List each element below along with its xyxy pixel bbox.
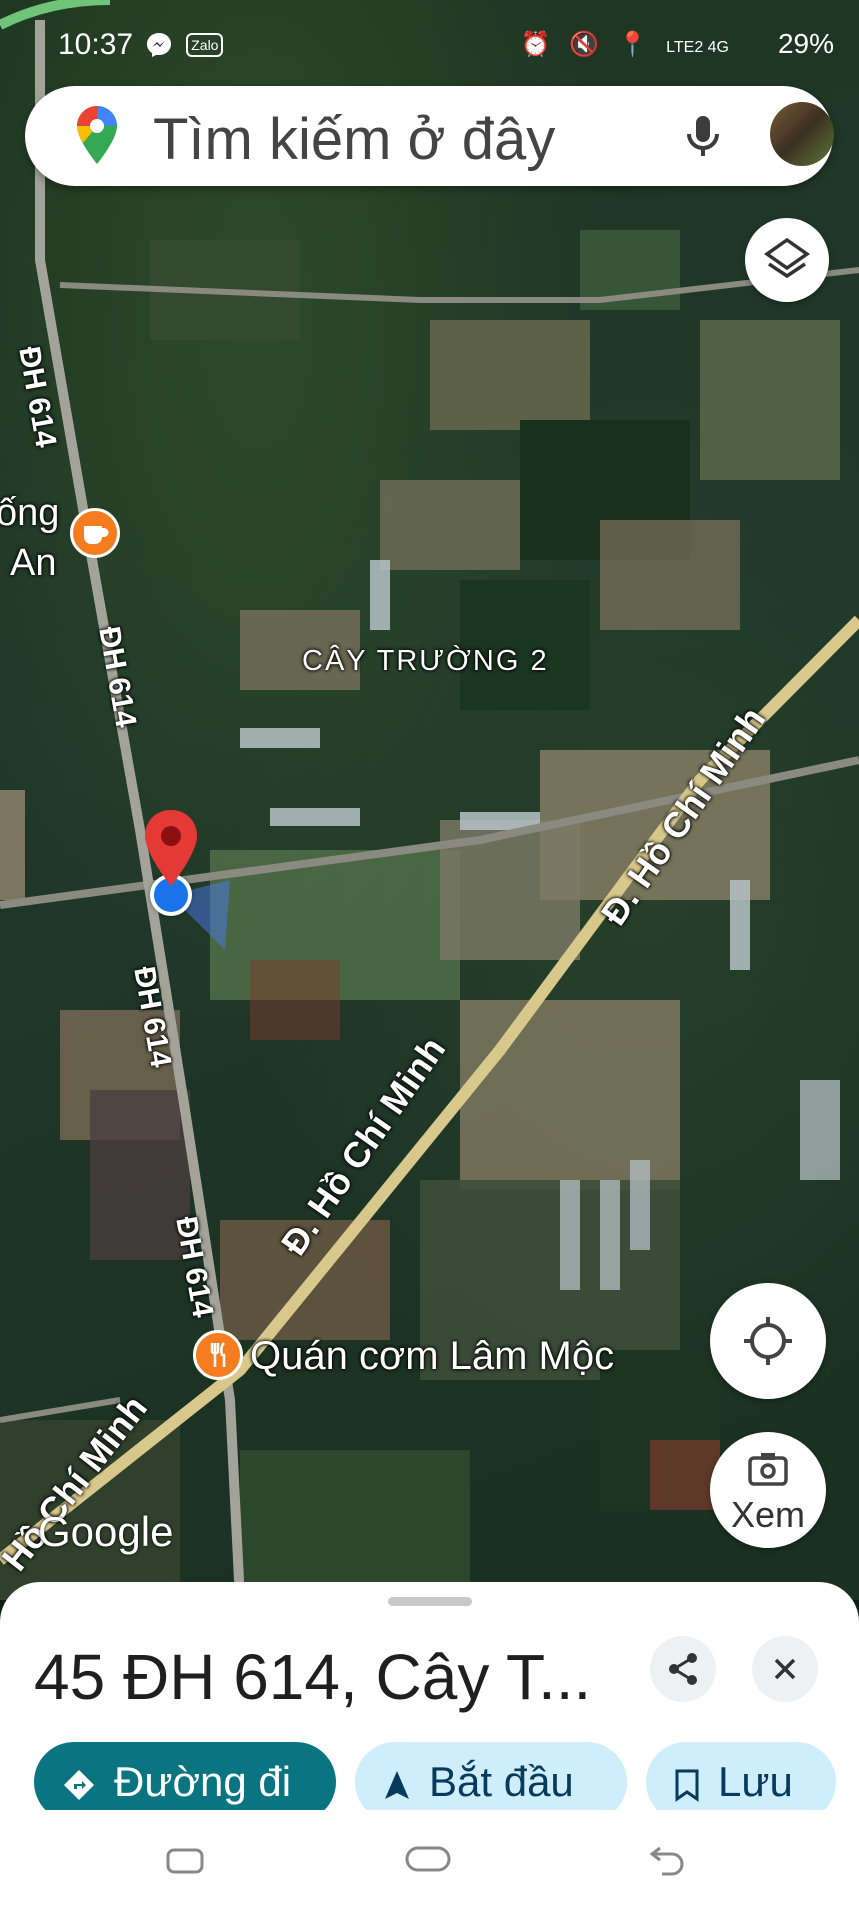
share-icon [669, 1653, 697, 1685]
google-attribution: Google [38, 1508, 174, 1555]
status-bar: 10:37 Zalo ⏰ 🔇 📍 LTE2 4G 29% [0, 0, 859, 90]
lens-label: Xem [730, 1494, 806, 1535]
close-button[interactable] [752, 1636, 818, 1702]
status-time: 10:37 [58, 28, 134, 61]
system-nav-bar [0, 1810, 859, 1908]
restaurant-poi-icon[interactable] [193, 1330, 243, 1380]
home-icon[interactable] [403, 1844, 453, 1874]
poi-label-partial: An [10, 542, 57, 584]
poi-label-partial: ống [0, 492, 60, 534]
location-status-icon: 📍 [617, 31, 654, 58]
back-icon[interactable] [648, 1840, 688, 1876]
microphone-icon[interactable] [675, 108, 731, 164]
google-maps-pin-icon [77, 106, 117, 164]
cafe-poi-icon[interactable] [70, 508, 120, 558]
lens-view-button[interactable]: Xem [710, 1432, 826, 1548]
battery-level: 29% [777, 28, 834, 59]
share-button[interactable] [650, 1636, 716, 1702]
red-pin-icon[interactable] [143, 808, 199, 888]
alarm-icon: ⏰ [520, 31, 557, 58]
start-label: Bắt đầu [429, 1758, 574, 1805]
bookmark-icon [675, 1769, 699, 1802]
directions-icon [64, 1769, 94, 1800]
messenger-icon [147, 33, 171, 58]
navigation-arrow-icon [385, 1770, 409, 1799]
area-label: CÂY TRƯỜNG 2 [302, 645, 549, 677]
layers-icon [763, 237, 811, 279]
signal-lte-indicator: LTE2 4G [666, 39, 729, 56]
place-address: 45 ĐH 614, Cây T... [34, 1641, 592, 1713]
zalo-icon: Zalo [186, 33, 224, 58]
close-icon [774, 1658, 796, 1680]
system-indicators: ⏰ 🔇 📍 LTE2 4G [520, 30, 729, 59]
drag-handle[interactable] [388, 1597, 472, 1606]
my-location-button[interactable] [710, 1283, 826, 1399]
place-bottom-sheet[interactable]: 45 ĐH 614, Cây T... Đường đi Bắt đầu Lưu [0, 1582, 859, 1822]
layers-button[interactable] [745, 218, 829, 302]
save-label: Lưu [718, 1758, 793, 1805]
notification-icons: Zalo [145, 28, 224, 59]
search-bar[interactable]: Tìm kiếm ở đây [25, 86, 834, 186]
restaurant-label[interactable]: Quán cơm Lâm Mộc [250, 1334, 614, 1379]
crosshair-icon [744, 1317, 792, 1365]
directions-label: Đường đi [114, 1758, 292, 1805]
camera-lens-icon [748, 1453, 788, 1486]
search-input[interactable]: Tìm kiếm ở đây [153, 106, 555, 173]
recent-apps-icon[interactable] [160, 1844, 210, 1874]
avatar[interactable] [770, 102, 834, 166]
mute-icon: 🔇 [569, 31, 605, 58]
